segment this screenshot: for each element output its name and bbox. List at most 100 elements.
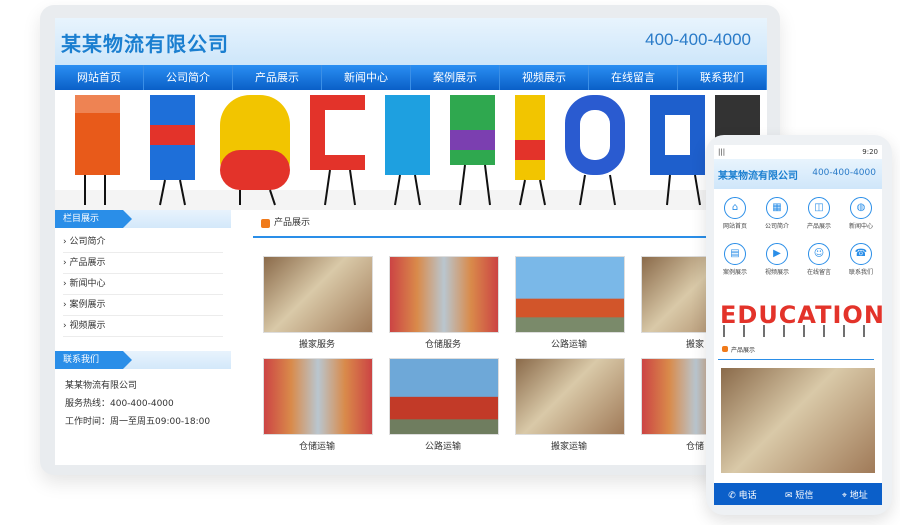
nav-cases[interactable]: 案例展示 <box>411 65 500 90</box>
mobile-call-label: 电话 <box>738 490 757 501</box>
sidebar-list: › 公司简介 › 产品展示 › 新闻中心 › 案例展示 › 视频展示 <box>55 228 231 337</box>
mobile-icon-grid: ⌂ 网站首页 ▦ 公司简介 ◫ 产品展示 ◍ 新闻中心 ▤ 案例展示 ▶ 视频展示 ☺ 在线留… <box>714 189 882 289</box>
sidebar: 栏目展示 › 公司简介 › 产品展示 › 新闻中心 › 案例展示 › 视频展示 … <box>55 210 231 431</box>
mobile-map-label: 地址 <box>849 490 868 501</box>
product-image <box>515 358 625 435</box>
mobile-nav-label: 公司简介 <box>764 223 789 230</box>
mobile-banner-education-art: EDUCATION <box>720 301 882 337</box>
mobile-nav-label: 网站首页 <box>722 223 747 230</box>
mobile-status-bar: ||| 9:20 <box>714 145 882 159</box>
sidebar-title: 栏目展示 <box>55 210 132 228</box>
product-image <box>389 256 499 333</box>
product-card[interactable]: 公路运输 <box>515 256 625 350</box>
mobile-map-button[interactable]: ⌖ 地址 <box>842 488 868 501</box>
mobile-nav-products[interactable]: ◫ 产品展示 <box>798 193 840 239</box>
company-icon: ▦ <box>766 197 788 219</box>
product-caption: 仓储运输 <box>298 442 335 452</box>
video-icon: ▶ <box>766 243 788 265</box>
product-caption: 公路运输 <box>550 340 587 350</box>
contact-hotline: 服务热线：400-400-4000 <box>65 399 174 409</box>
globe-icon: ◍ <box>850 197 872 219</box>
sidebar-item-label: 公司简介 <box>69 237 106 247</box>
product-icon <box>261 218 270 228</box>
mobile-nav-label: 案例展示 <box>722 269 747 276</box>
product-caption: 公路运输 <box>424 442 461 452</box>
grid-icon: ▤ <box>724 243 746 265</box>
mobile-nav-contact[interactable]: ☎ 联系我们 <box>840 239 882 285</box>
product-caption: 仓储服务 <box>424 340 461 350</box>
contact-title: 联系我们 <box>55 351 132 369</box>
mobile-products-title-bar: 产品展示 <box>718 339 874 360</box>
signal-icon: ||| <box>718 148 726 156</box>
mobile-bottom-bar: ✆ 电话 ✉ 短信 ⌖ 地址 <box>714 483 882 505</box>
home-icon: ⌂ <box>724 197 746 219</box>
contact-hours: 工作时间：周一至周五09:00-18:00 <box>65 417 211 427</box>
sidebar-item-label: 视频展示 <box>69 321 106 331</box>
product-image <box>389 358 499 435</box>
sidebar-item-products[interactable]: › 产品展示 <box>63 253 223 274</box>
mobile-nav-video[interactable]: ▶ 视频展示 <box>756 239 798 285</box>
mobile-product-image[interactable] <box>721 368 875 473</box>
clock: 9:20 <box>862 148 878 156</box>
contact-company: 某某物流有限公司 <box>65 381 138 391</box>
sidebar-item-news[interactable]: › 新闻中心 <box>63 274 223 295</box>
product-card[interactable]: 公路运输 <box>389 358 499 452</box>
main-nav: 网站首页 公司简介 产品展示 新闻中心 案例展示 视频展示 在线留言 联系我们 <box>55 65 767 90</box>
product-image <box>515 256 625 333</box>
mobile-screen: ||| 9:20 某某物流有限公司 400-400-4000 ⌂ 网站首页 ▦ 公司… <box>714 145 882 505</box>
nav-products[interactable]: 产品展示 <box>233 65 322 90</box>
location-icon: ⌖ <box>841 490 850 501</box>
mobile-banner[interactable]: EDUCATION <box>714 289 882 339</box>
phone-icon: ✆ <box>728 490 739 501</box>
sidebar-item-cases[interactable]: › 案例展示 <box>63 295 223 316</box>
mobile-nav-label: 新闻中心 <box>848 223 873 230</box>
sidebar-item-video[interactable]: › 视频展示 <box>63 316 223 337</box>
product-card[interactable]: 仓储运输 <box>263 358 373 452</box>
mobile-nav-label: 联系我们 <box>848 269 873 276</box>
contact-box: 联系我们 某某物流有限公司 服务热线：400-400-4000 工作时间：周一至… <box>55 351 231 431</box>
product-icon <box>722 346 728 352</box>
mobile-call-button[interactable]: ✆ 电话 <box>728 488 756 501</box>
banner-education-art <box>55 95 767 210</box>
mobile-sms-button[interactable]: ✉ 短信 <box>785 488 813 501</box>
message-icon: ☺ <box>808 243 830 265</box>
mobile-nav-news[interactable]: ◍ 新闻中心 <box>840 193 882 239</box>
mobile-nav-label: 产品展示 <box>806 223 831 230</box>
product-caption: 搬家运输 <box>550 442 587 452</box>
mobile-nav-about[interactable]: ▦ 公司简介 <box>756 193 798 239</box>
site-logo[interactable]: 某某物流有限公司 <box>61 28 229 57</box>
nav-video[interactable]: 视频展示 <box>500 65 589 90</box>
hero-banner[interactable] <box>55 90 767 210</box>
sidebar-item-label: 新闻中心 <box>69 279 106 289</box>
nav-news[interactable]: 新闻中心 <box>322 65 411 90</box>
mobile-header: 某某物流有限公司 400-400-4000 <box>714 159 882 189</box>
banner-letters: EDUCATION <box>720 301 882 329</box>
product-icon: ◫ <box>808 197 830 219</box>
sidebar-title-bar: 栏目展示 <box>55 210 231 228</box>
mobile-nav-label: 在线留言 <box>806 269 831 276</box>
contact-title-bar: 联系我们 <box>55 351 231 369</box>
sidebar-item-label: 产品展示 <box>69 258 106 268</box>
mobile-sms-label: 短信 <box>795 490 814 501</box>
contact-icon: ☎ <box>850 243 872 265</box>
product-image <box>263 358 373 435</box>
nav-home[interactable]: 网站首页 <box>55 65 144 90</box>
mobile-products-title: 产品展示 <box>731 346 756 354</box>
product-card[interactable]: 仓储服务 <box>389 256 499 350</box>
product-card[interactable]: 搬家运输 <box>515 358 625 452</box>
nav-contact[interactable]: 联系我们 <box>678 65 767 90</box>
mail-icon: ✉ <box>785 490 796 501</box>
product-caption: 搬家服务 <box>298 340 335 350</box>
mobile-nav-message[interactable]: ☺ 在线留言 <box>798 239 840 285</box>
mobile-phone: 400-400-4000 <box>812 168 876 178</box>
mobile-logo[interactable]: 某某物流有限公司 <box>718 167 798 182</box>
mobile-nav-cases[interactable]: ▤ 案例展示 <box>714 239 756 285</box>
nav-message[interactable]: 在线留言 <box>589 65 678 90</box>
product-card[interactable]: 搬家服务 <box>263 256 373 350</box>
products-section: 产品展示 搬家服务 仓储服务 公路运输 搬家 仓储运输 公路运输 搬家运输 仓储 <box>253 210 767 452</box>
sidebar-item-about[interactable]: › 公司简介 <box>63 232 223 253</box>
mobile-nav-home[interactable]: ⌂ 网站首页 <box>714 193 756 239</box>
header-phone: 400-400-4000 <box>645 30 751 49</box>
nav-about[interactable]: 公司简介 <box>144 65 233 90</box>
sidebar-item-label: 案例展示 <box>69 300 106 310</box>
